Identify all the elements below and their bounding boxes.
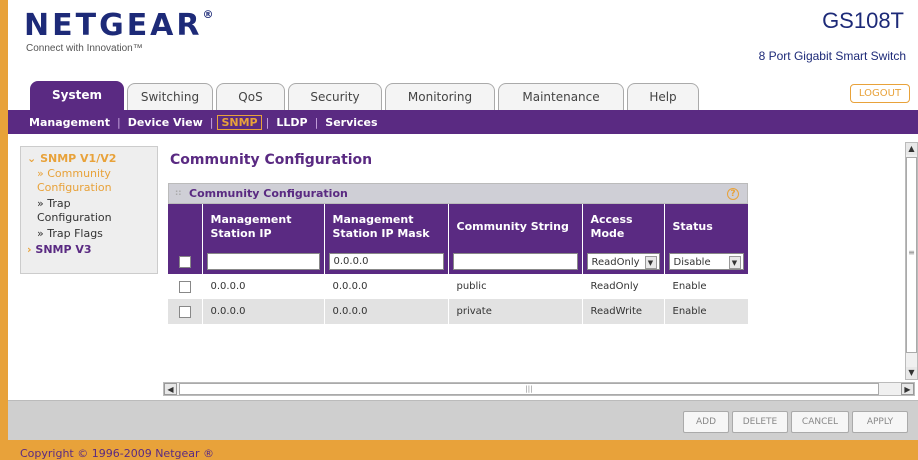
cell-mask: 0.0.0.0 [324, 299, 449, 324]
col-select [168, 204, 203, 249]
chevron-down-icon: ▼ [728, 255, 741, 269]
logo-text: NETGEAR [24, 8, 203, 43]
row-checkbox[interactable] [178, 305, 191, 318]
model-subtitle: 8 Port Gigabit Smart Switch [758, 49, 906, 63]
leftnav-snmp-v1v2[interactable]: ⌄ SNMP V1/V2 [21, 147, 157, 165]
netgear-logo: NETGEAR® [24, 8, 217, 43]
tab-maintenance[interactable]: Maintenance [498, 83, 624, 110]
main-content: Community Configuration :: Community Con… [163, 138, 911, 394]
logout-button[interactable]: LOGOUT [850, 84, 910, 103]
subnav-lldp[interactable]: LLDP [269, 116, 314, 129]
horizontal-scrollbar[interactable]: ◀ ||| ▶ [163, 382, 915, 396]
model-name: GS108T [822, 8, 904, 33]
tab-qos[interactable]: QoS [216, 83, 285, 110]
leftnav-trap-configuration[interactable]: » Trap Configuration [21, 195, 157, 225]
leftnav-trap-flags[interactable]: » Trap Flags [21, 225, 157, 241]
leftnav-community-line1: » Community [37, 167, 111, 180]
button-bar: ADD DELETE CANCEL APPLY [8, 400, 918, 440]
vertical-scroll-thumb[interactable]: ≡ [906, 157, 917, 353]
tab-system[interactable]: System [30, 81, 124, 110]
left-navigation: ⌄ SNMP V1/V2 » Community Configuration »… [20, 146, 158, 376]
chevron-right-icon: › [27, 243, 32, 256]
cell-ip: 0.0.0.0 [202, 299, 325, 324]
select-all-checkbox[interactable] [178, 255, 191, 268]
copyright-text: Copyright © 1996-2009 Netgear ® [20, 447, 215, 460]
chevron-down-icon: ⌄ [27, 152, 37, 165]
tab-help[interactable]: Help [627, 83, 699, 110]
left-nav-panel: ⌄ SNMP V1/V2 » Community Configuration »… [20, 146, 158, 274]
community-config-panel: :: Community Configuration ? Management … [168, 183, 749, 324]
col-status: Status [664, 204, 749, 249]
leftnav-trap-line1: » Trap [37, 197, 71, 210]
add-button[interactable]: ADD [683, 411, 729, 433]
vertical-scrollbar[interactable]: ▲ ≡ ▼ [905, 142, 918, 380]
grip-icon: :: [175, 188, 182, 197]
row-checkbox[interactable] [178, 280, 191, 293]
horizontal-scroll-thumb[interactable]: ||| [179, 383, 879, 395]
apply-button[interactable]: APPLY [852, 411, 908, 433]
subnav-services[interactable]: Services [318, 116, 384, 129]
cell-mask: 0.0.0.0 [324, 274, 449, 299]
cell-community: public [448, 274, 583, 299]
access-mode-select[interactable]: ReadOnly ▼ [586, 253, 660, 270]
subnav-separator: | [209, 115, 214, 129]
table-input-row: 0.0.0.0 ReadOnly ▼ Disable ▼ [168, 249, 749, 274]
cell-community: private [448, 299, 583, 324]
table-row: 0.0.0.0 0.0.0.0 private ReadWrite Enable [168, 299, 749, 324]
panel-title: Community Configuration [189, 187, 348, 200]
page-title: Community Configuration [170, 152, 373, 168]
header: NETGEAR® Connect with Innovation™ GS108T… [8, 0, 918, 110]
leftnav-snmp-v3-label: SNMP V3 [35, 243, 92, 256]
tagline: Connect with Innovation™ [26, 43, 143, 54]
delete-button[interactable]: DELETE [732, 411, 788, 433]
help-icon[interactable]: ? [727, 188, 739, 200]
scroll-right-icon[interactable]: ▶ [901, 383, 914, 395]
leftnav-community-line2: Configuration [37, 181, 112, 194]
leftnav-trap-line2: Configuration [37, 211, 112, 224]
tab-monitoring[interactable]: Monitoring [385, 83, 495, 110]
sub-navigation: Management | Device View | SNMP | LLDP |… [8, 110, 918, 134]
logo-registered-mark: ® [202, 8, 217, 21]
community-table: Management Station IP Management Station… [168, 204, 749, 324]
main-tabs: System Switching QoS Security Monitoring… [30, 81, 702, 110]
cell-access: ReadWrite [582, 299, 665, 324]
panel-header: :: Community Configuration ? [168, 183, 748, 204]
cell-status: Enable [664, 274, 749, 299]
status-select[interactable]: Disable ▼ [668, 253, 744, 270]
subnav-device-view[interactable]: Device View [121, 116, 210, 129]
status-value: Disable [673, 256, 711, 268]
cell-status: Enable [664, 299, 749, 324]
page: NETGEAR® Connect with Innovation™ GS108T… [8, 0, 918, 460]
tab-switching[interactable]: Switching [127, 83, 213, 110]
mgmt-mask-input[interactable]: 0.0.0.0 [328, 253, 444, 270]
cancel-button[interactable]: CANCEL [791, 411, 849, 433]
chevron-down-icon: ▼ [644, 255, 657, 269]
cell-ip: 0.0.0.0 [202, 274, 325, 299]
col-mgmt-mask: Management Station IP Mask [324, 204, 449, 249]
scroll-down-icon[interactable]: ▼ [906, 367, 917, 379]
footer: Copyright © 1996-2009 Netgear ® [8, 440, 918, 460]
tab-security[interactable]: Security [288, 83, 382, 110]
table-row: 0.0.0.0 0.0.0.0 public ReadOnly Enable [168, 274, 749, 299]
left-frame-border [0, 0, 8, 460]
cell-access: ReadOnly [582, 274, 665, 299]
col-community-string: Community String [448, 204, 583, 249]
subnav-snmp[interactable]: SNMP [217, 114, 262, 130]
access-mode-value: ReadOnly [591, 256, 640, 268]
leftnav-snmp-v3[interactable]: › SNMP V3 [21, 241, 157, 256]
mgmt-ip-input[interactable] [206, 253, 320, 270]
table-header-row: Management Station IP Management Station… [168, 204, 749, 249]
leftnav-snmp-v1v2-label: SNMP V1/V2 [40, 152, 117, 165]
scroll-up-icon[interactable]: ▲ [906, 143, 917, 155]
col-mgmt-ip: Management Station IP [202, 204, 325, 249]
community-string-input[interactable] [452, 253, 578, 270]
subnav-management[interactable]: Management [22, 116, 117, 129]
leftnav-community-configuration[interactable]: » Community Configuration [21, 165, 157, 195]
col-access-mode: Access Mode [582, 204, 665, 249]
scroll-left-icon[interactable]: ◀ [164, 383, 177, 395]
